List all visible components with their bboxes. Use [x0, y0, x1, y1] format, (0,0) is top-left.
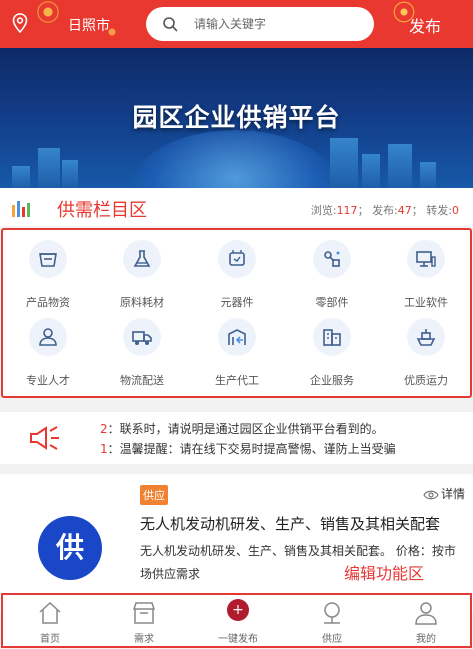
forward-label: 转发:	[426, 204, 452, 217]
publish-count: 47	[397, 204, 412, 217]
city-selector[interactable]: 日照市	[68, 15, 110, 35]
notice-index: 2	[100, 422, 108, 436]
factory-icon	[228, 329, 246, 345]
category-item-transport[interactable]: 优质运力	[385, 310, 467, 388]
supply-icon	[324, 602, 340, 624]
category-label: 产品物资	[26, 296, 70, 309]
box-icon	[39, 253, 57, 267]
eye-icon	[423, 490, 439, 499]
location-pin-icon[interactable]	[12, 13, 28, 33]
search-icon	[163, 17, 178, 32]
notice-line: 2：联系时，请说明是通过园区企业供销平台看到的。	[100, 420, 384, 437]
firework-decoration	[26, 0, 70, 34]
avatar: 供	[38, 516, 102, 580]
flask-icon	[133, 250, 151, 267]
user-icon	[415, 602, 437, 625]
publish-count-label: 发布:	[372, 204, 398, 217]
category-label: 原料耗材	[120, 296, 164, 309]
building-graphic	[12, 166, 30, 188]
nav-label: 需求	[134, 634, 154, 645]
computer-icon	[416, 251, 436, 267]
nav-label: 一键发布	[218, 634, 258, 645]
building-graphic	[330, 138, 358, 188]
top-header: 日照市 发布	[0, 0, 473, 48]
category-item-oem[interactable]: 生产代工	[196, 310, 278, 388]
category-item-parts[interactable]: 零部件	[291, 232, 373, 310]
nav-item-demand[interactable]: 需求	[97, 595, 191, 646]
category-grid: 产品物资 原料耗材 元器件 零部件 工业软件 专业人才 物流配送 生产代工 企业…	[1, 228, 472, 398]
category-label: 工业软件	[404, 296, 448, 309]
category-item-software[interactable]: 工业软件	[385, 232, 467, 310]
category-item-talent[interactable]: 专业人才	[7, 310, 89, 388]
section-title: 供需栏目区	[57, 200, 147, 221]
truck-icon	[132, 331, 152, 345]
bar-chart-icon	[12, 201, 30, 217]
category-label: 零部件	[315, 296, 349, 309]
globe-graphic	[130, 130, 340, 188]
nav-item-home[interactable]: 首页	[3, 595, 97, 646]
notice-text: ：温馨提醒：请在线下交易时提高警惕、谨防上当受骗	[107, 442, 396, 456]
publish-button[interactable]: 发布	[409, 13, 441, 37]
building-graphic	[388, 144, 412, 188]
views-label: 浏览:	[310, 204, 337, 217]
supply-badge: 供应	[140, 485, 168, 505]
parts-icon	[324, 251, 340, 267]
notice-text: ：联系时，请说明是通过园区企业供销平台看到的。	[107, 422, 384, 436]
forward-count: 0	[452, 204, 459, 217]
category-label: 元器件	[220, 296, 254, 309]
category-item-services[interactable]: 企业服务	[291, 310, 373, 388]
notice-index: 1	[100, 442, 108, 456]
megaphone-icon	[30, 426, 59, 450]
building-graphic	[62, 160, 78, 188]
category-label: 优质运力	[404, 374, 448, 387]
search-bar[interactable]	[146, 7, 374, 41]
stats-counter: 浏览:117； 发布:47； 转发:0	[310, 204, 459, 217]
section-header: 供需栏目区 浏览:117； 发布:47； 转发:0	[0, 188, 473, 226]
search-input[interactable]	[194, 15, 364, 33]
category-label: 专业人才	[26, 374, 70, 387]
nav-item-supply[interactable]: 供应	[285, 595, 379, 646]
bottom-navigation: 首页 需求 + 一键发布 供应 我的	[1, 593, 472, 648]
building-graphic	[38, 148, 60, 188]
edit-area-annotation: 编辑功能区	[344, 564, 425, 583]
category-item-materials[interactable]: 原料耗材	[101, 232, 183, 310]
category-label: 物流配送	[120, 374, 164, 387]
nav-label: 我的	[416, 634, 436, 645]
building-graphic	[362, 154, 380, 188]
nav-label: 供应	[322, 634, 342, 645]
nav-label: 首页	[40, 634, 60, 645]
store-icon	[132, 602, 156, 624]
home-icon	[39, 601, 61, 624]
category-item-components[interactable]: 元器件	[196, 232, 278, 310]
category-label: 企业服务	[310, 374, 354, 387]
views-count: 117	[336, 204, 358, 217]
banner-title: 园区企业供销平台	[132, 103, 341, 132]
person-icon	[39, 328, 57, 346]
hero-banner[interactable]: 园区企业供销平台	[0, 48, 473, 188]
chip-icon	[229, 250, 245, 266]
building-graphic	[420, 162, 436, 188]
ship-icon	[416, 329, 436, 346]
category-item-products[interactable]: 产品物资	[7, 232, 89, 310]
category-label: 生产代工	[215, 374, 259, 387]
building-icon	[323, 329, 341, 346]
card-title[interactable]: 无人机发动机研发、生产、销售及其相关配套	[140, 513, 440, 534]
detail-label: 详情	[440, 487, 465, 501]
notice-bar: 2：联系时，请说明是通过园区企业供销平台看到的。 1：温馨提醒：请在线下交易时提…	[0, 412, 473, 464]
plus-icon: +	[227, 599, 249, 621]
nav-item-mine[interactable]: 我的	[379, 595, 473, 646]
category-item-logistics[interactable]: 物流配送	[101, 310, 183, 388]
notice-line: 1：温馨提醒：请在线下交易时提高警惕、谨防上当受骗	[100, 440, 396, 457]
nav-item-publish[interactable]: + 一键发布	[191, 595, 285, 646]
detail-link[interactable]: 详情	[423, 485, 465, 502]
